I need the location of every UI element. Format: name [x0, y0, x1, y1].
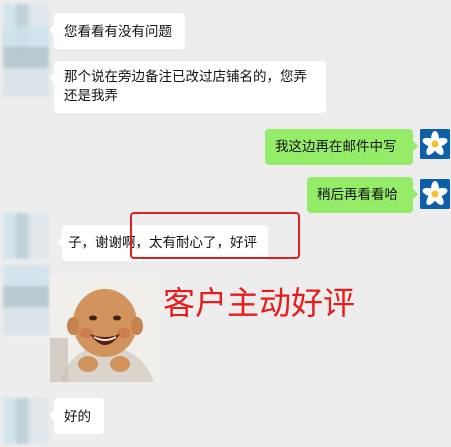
- message-text: 稍后再看看哈: [317, 187, 398, 202]
- flower-avatar-icon[interactable]: [420, 129, 450, 159]
- outgoing-message[interactable]: 我这边再在邮件中写: [265, 129, 418, 165]
- contact-avatar[interactable]: [3, 213, 49, 259]
- annotation-text: 客户主动好评: [163, 284, 356, 322]
- message-text: 您看看有没有问题: [64, 24, 172, 39]
- incoming-message[interactable]: 那个说在旁边备注已改过店铺名的，您弄还是我弄: [49, 61, 326, 113]
- message-text: 好的: [64, 409, 91, 424]
- message-text: 那个说在旁边备注已改过店铺名的，您弄还是我弄: [64, 69, 307, 103]
- flower-avatar-icon[interactable]: [420, 179, 450, 209]
- contact-avatar[interactable]: [3, 26, 49, 96]
- contact-avatar[interactable]: [3, 265, 49, 335]
- contact-avatar[interactable]: [3, 398, 49, 444]
- outgoing-message[interactable]: 稍后再看看哈: [307, 177, 418, 213]
- incoming-message[interactable]: 您看看有没有问题: [49, 13, 185, 49]
- message-text: 我这边再在邮件中写: [275, 139, 397, 154]
- highlight-box: [130, 212, 300, 259]
- baby-sticker-image[interactable]: [50, 278, 160, 382]
- incoming-message[interactable]: 好的: [49, 398, 104, 434]
